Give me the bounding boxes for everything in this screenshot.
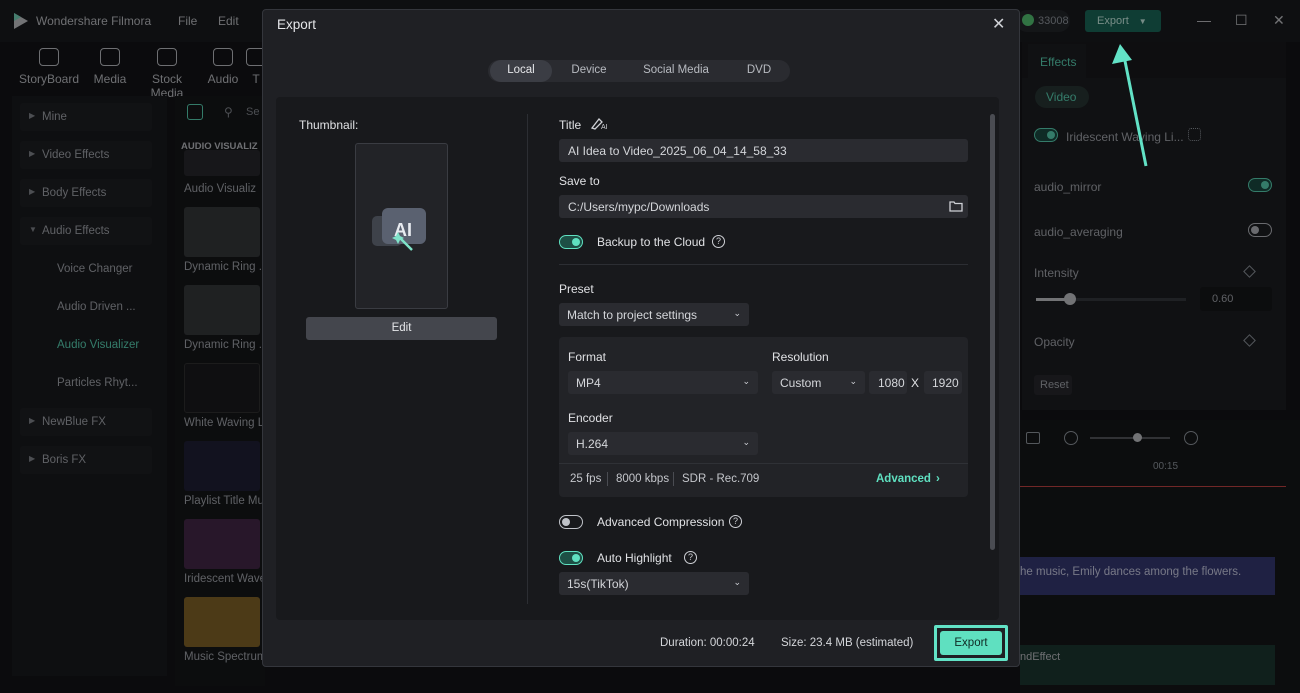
preset-value: Match to project settings bbox=[567, 308, 698, 322]
help-icon[interactable]: ? bbox=[729, 515, 742, 528]
encoder-select[interactable]: H.264 ⌄ bbox=[568, 432, 758, 455]
format-label: Format bbox=[568, 350, 607, 364]
svg-text:AI: AI bbox=[601, 124, 608, 130]
duration-info: Duration: 00:00:24 bbox=[660, 637, 755, 649]
divider bbox=[559, 463, 968, 464]
scrollbar[interactable] bbox=[990, 114, 995, 550]
encoder-value: H.264 bbox=[576, 437, 609, 451]
ai-edit-icon[interactable]: AI bbox=[590, 116, 610, 130]
advanced-compression-label: Advanced Compression bbox=[597, 515, 725, 529]
format-value: MP4 bbox=[576, 376, 601, 390]
export-button-label: Export bbox=[940, 631, 1002, 655]
highlight-duration-select[interactable]: 15s(TikTok) ⌄ bbox=[559, 572, 749, 595]
title-label: Title bbox=[559, 118, 582, 132]
width-input[interactable]: 1080 bbox=[869, 371, 907, 394]
help-icon[interactable]: ? bbox=[712, 235, 725, 248]
size-info: Size: 23.4 MB (estimated) bbox=[781, 637, 913, 649]
x-separator: X bbox=[911, 376, 920, 390]
size-label: Size: bbox=[781, 637, 807, 649]
preset-select[interactable]: Match to project settings ⌄ bbox=[559, 303, 749, 326]
color-info: SDR - Rec.709 bbox=[682, 473, 760, 485]
resolution-select[interactable]: Custom ⌄ bbox=[772, 371, 865, 394]
chevron-down-icon: ⌄ bbox=[733, 308, 741, 318]
auto-highlight-label: Auto Highlight bbox=[597, 551, 672, 565]
backup-cloud-toggle[interactable] bbox=[559, 235, 583, 249]
height-input[interactable]: 1920 bbox=[924, 371, 962, 394]
backup-label: Backup to the Cloud bbox=[597, 235, 706, 249]
ai-thumbnail-icon: AI bbox=[372, 208, 426, 251]
tab-dvd[interactable]: DVD bbox=[736, 60, 782, 82]
close-icon[interactable]: ✕ bbox=[992, 14, 1005, 34]
auto-highlight-toggle[interactable] bbox=[559, 551, 583, 565]
folder-icon[interactable] bbox=[949, 200, 963, 212]
chevron-down-icon: ⌄ bbox=[742, 437, 750, 447]
chevron-right-icon: › bbox=[935, 473, 940, 485]
bitrate-info: 8000 kbps bbox=[616, 473, 670, 485]
thumbnail-label: Thumbnail: bbox=[299, 118, 359, 132]
encoder-label: Encoder bbox=[568, 411, 613, 425]
chevron-down-icon: ⌄ bbox=[733, 577, 741, 587]
save-to-label: Save to bbox=[559, 174, 600, 188]
preset-label: Preset bbox=[559, 282, 594, 296]
chevron-down-icon: ⌄ bbox=[849, 376, 857, 386]
size-value: 23.4 MB (estimated) bbox=[809, 637, 914, 649]
advanced-label: Advanced bbox=[876, 473, 931, 485]
save-path-input[interactable]: C:/Users/mypc/Downloads bbox=[559, 195, 968, 218]
tab-social-media[interactable]: Social Media bbox=[636, 60, 716, 82]
highlight-value: 15s(TikTok) bbox=[567, 577, 629, 591]
resolution-value: Custom bbox=[780, 376, 822, 390]
advanced-compression-toggle[interactable] bbox=[559, 515, 583, 529]
divider bbox=[527, 114, 528, 604]
divider bbox=[559, 264, 968, 265]
annotation-arrow-icon bbox=[1112, 44, 1148, 167]
help-icon[interactable]: ? bbox=[684, 551, 697, 564]
fps-info: 25 fps bbox=[570, 473, 602, 485]
title-input[interactable]: AI Idea to Video_2025_06_04_14_58_33 bbox=[559, 139, 968, 162]
resolution-label: Resolution bbox=[772, 350, 829, 364]
chevron-down-icon: ⌄ bbox=[742, 376, 750, 386]
duration-value: 00:00:24 bbox=[709, 637, 755, 649]
separator bbox=[607, 472, 608, 486]
export-button[interactable]: Export bbox=[934, 625, 1008, 661]
separator bbox=[673, 472, 674, 486]
tab-device[interactable]: Device bbox=[560, 60, 618, 82]
format-select[interactable]: MP4 ⌄ bbox=[568, 371, 758, 394]
thumbnail-edit-button[interactable]: Edit bbox=[306, 317, 497, 340]
duration-label: Duration: bbox=[660, 637, 707, 649]
advanced-link[interactable]: Advanced › bbox=[876, 473, 940, 485]
tab-local[interactable]: Local bbox=[490, 60, 552, 82]
dialog-title: Export bbox=[277, 17, 317, 32]
